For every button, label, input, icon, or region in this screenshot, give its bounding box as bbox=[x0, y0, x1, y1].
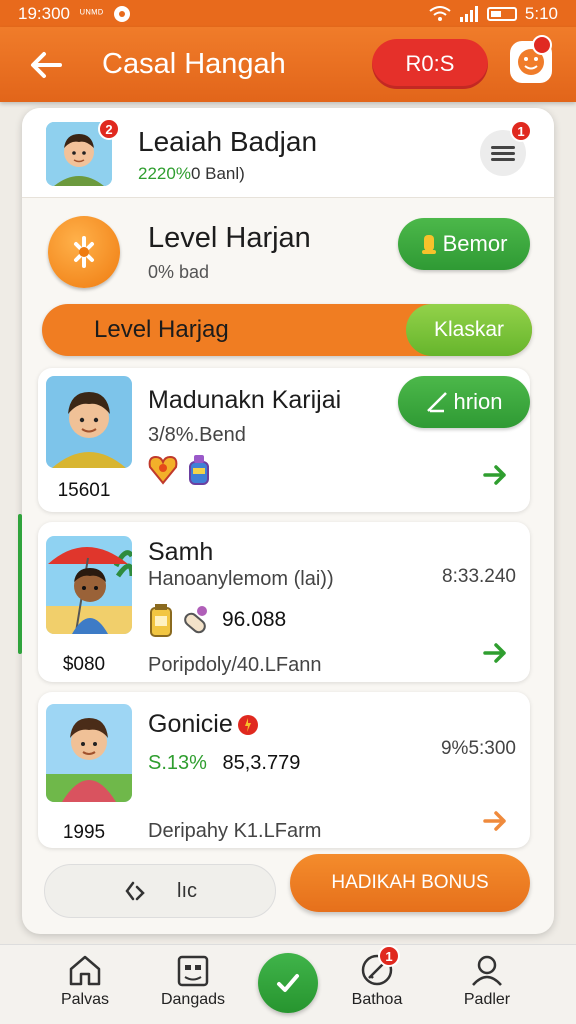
list-item[interactable]: 15601 Madunakn Karijai 3/8%.Bend hrion bbox=[38, 368, 530, 512]
potion-icon bbox=[189, 455, 209, 485]
task-value: 1995 bbox=[62, 822, 106, 843]
profile-header: 2 Leaiah Badjan 2220%0 Banl) 1 bbox=[22, 108, 554, 198]
task-action-label: hrion bbox=[453, 389, 503, 414]
page-title: Casal Hangah bbox=[102, 48, 286, 80]
avatar-badge: 2 bbox=[98, 118, 120, 140]
task-name: Samh bbox=[148, 538, 214, 566]
secondary-button[interactable]: lıc bbox=[44, 864, 276, 918]
task-sub-green: S.13% bbox=[148, 752, 207, 774]
action-bar: lıc HADIKAH BONUS bbox=[44, 854, 534, 924]
bottom-nav: Palvas Dangads Bathoa 1 Padler bbox=[0, 944, 576, 1024]
nav-item-home[interactable]: Palvas bbox=[30, 953, 140, 1009]
profile-sub-rest: 0 Banl) bbox=[190, 164, 245, 183]
arrow-left-icon bbox=[31, 51, 62, 78]
menu-badge: 1 bbox=[510, 120, 532, 142]
check-icon bbox=[277, 974, 299, 992]
nav-label: Padler bbox=[463, 991, 511, 1008]
task-name-text: Gonicie bbox=[148, 710, 233, 738]
level-title: Level Harjan bbox=[148, 222, 311, 254]
task-time: 9%5:300 bbox=[440, 738, 516, 759]
capsule-icon bbox=[184, 606, 207, 634]
calendar-icon bbox=[177, 955, 209, 987]
nav-badge: 1 bbox=[378, 945, 400, 967]
nav-item-profile[interactable]: Padler bbox=[432, 953, 542, 1009]
list-item[interactable]: 1995 Gonicie S.13% 85,3.779 9%5:300 Deri… bbox=[38, 692, 530, 848]
link-icon bbox=[125, 881, 145, 901]
task-subtitle: 3/8%.Bend bbox=[148, 424, 246, 446]
flame-badge-icon bbox=[237, 714, 258, 735]
banner-label: Level Harjag bbox=[94, 316, 229, 343]
level-action-button[interactable]: Bemor bbox=[398, 218, 530, 270]
task-avatar bbox=[46, 536, 132, 634]
status-carrier: ᵁᴺᴹᴰ bbox=[80, 7, 105, 20]
task-icons bbox=[148, 452, 214, 486]
level-banner: Level Harjag Klaskar bbox=[42, 304, 532, 356]
level-coin-icon bbox=[48, 216, 120, 288]
task-amount: 96.088 bbox=[222, 608, 287, 631]
header-badge bbox=[532, 35, 552, 55]
profile-name: Leaiah Badjan bbox=[138, 126, 318, 157]
task-footer: Poripdoly/40.LFann bbox=[148, 654, 322, 676]
status-clock: 5:10 bbox=[524, 3, 558, 23]
task-name: Madunakn Karijai bbox=[148, 386, 342, 414]
bell-icon bbox=[421, 235, 436, 254]
task-icons: 96.088 bbox=[148, 602, 286, 638]
home-icon bbox=[69, 955, 101, 986]
nav-label: Palvas bbox=[60, 991, 110, 1008]
task-avatar bbox=[46, 704, 132, 802]
level-row: Level Harjan 0% bad Bemor bbox=[22, 208, 554, 298]
list-item[interactable]: $080 Samh Hanoanylemom (lai)) 8:33.240 9… bbox=[38, 522, 530, 682]
task-value: $080 bbox=[62, 654, 106, 675]
task-subtitle: S.13% 85,3.779 bbox=[148, 752, 300, 775]
task-subtitle: Hanoanylemom (lai)) bbox=[148, 568, 334, 590]
profile-subtitle: 2220%0 Banl) bbox=[138, 164, 245, 184]
active-indicator bbox=[18, 514, 22, 654]
nav-label: Bathoa bbox=[351, 991, 403, 1008]
edit-icon bbox=[426, 392, 447, 413]
nav-item-calendar[interactable]: Dangads bbox=[138, 953, 248, 1009]
user-icon bbox=[472, 955, 502, 986]
nav-fab-button[interactable] bbox=[258, 953, 318, 1013]
jar-icon bbox=[150, 604, 172, 637]
arrow-right-icon[interactable] bbox=[482, 808, 508, 834]
battery-icon bbox=[486, 6, 517, 21]
nav-item-pencil[interactable]: Bathoa bbox=[322, 953, 432, 1009]
profile-sub-green: 2220% bbox=[138, 164, 191, 183]
task-amount: 85,3.779 bbox=[222, 752, 301, 774]
arrow-right-icon[interactable] bbox=[482, 640, 508, 666]
main-card: 2 Leaiah Badjan 2220%0 Banl) 1 Level Har… bbox=[18, 108, 554, 934]
header-pill-button[interactable]: R0:S bbox=[372, 39, 488, 89]
secondary-button-label: lıc bbox=[177, 879, 197, 902]
app-bar: Casal Hangah R0:S bbox=[0, 27, 576, 102]
task-time: 8:33.240 bbox=[442, 566, 516, 587]
status-time: 19:300 bbox=[18, 3, 70, 23]
nav-label: Dangads bbox=[160, 991, 226, 1008]
notification-dot-icon bbox=[114, 5, 131, 22]
task-name: Gonicie bbox=[148, 710, 259, 739]
task-footer: Deripahy K1.LFarm bbox=[148, 820, 322, 842]
level-action-label: Bemor bbox=[442, 231, 508, 256]
bonus-button[interactable]: HADIKAH BONUS bbox=[290, 854, 530, 912]
back-button[interactable] bbox=[20, 39, 72, 91]
banner-button[interactable]: Klaskar bbox=[406, 304, 532, 356]
arrow-right-icon[interactable] bbox=[482, 462, 508, 488]
menu-icon bbox=[491, 146, 515, 161]
heart-badge-icon bbox=[148, 455, 178, 485]
wifi-icon bbox=[429, 5, 451, 21]
status-bar: 19:300 ᵁᴺᴹᴰ 5:10 bbox=[0, 0, 576, 27]
signal-icon bbox=[459, 5, 478, 22]
task-avatar bbox=[46, 376, 132, 468]
task-action-button[interactable]: hrion bbox=[398, 376, 530, 428]
task-value: 15601 bbox=[57, 480, 111, 501]
level-subtitle: 0% bad bbox=[148, 262, 210, 282]
